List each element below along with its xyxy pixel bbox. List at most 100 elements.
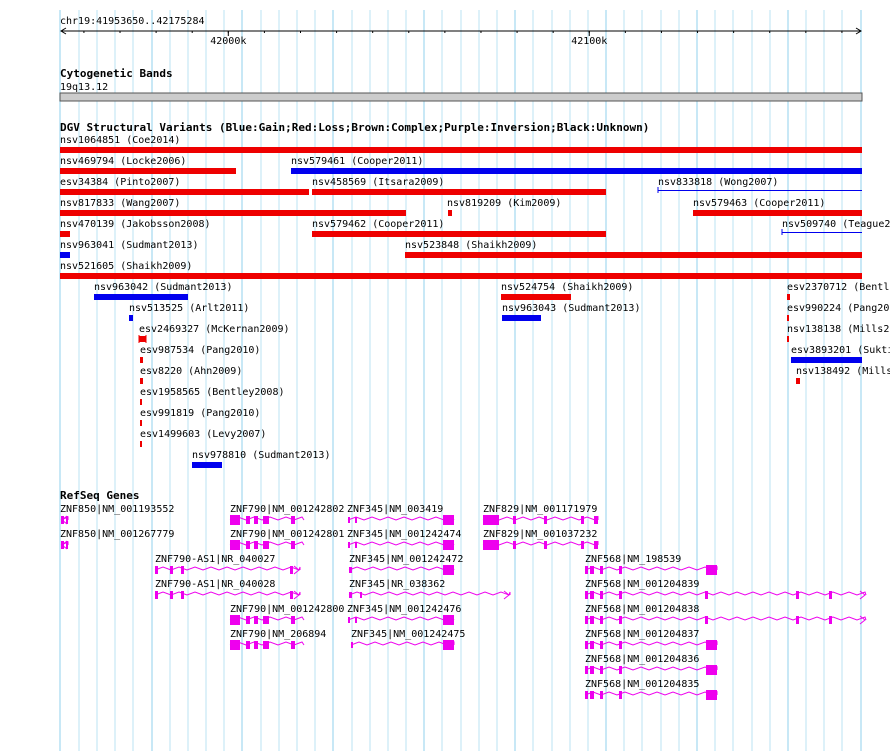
- dgv-variant-bar[interactable]: [787, 336, 789, 342]
- dgv-variant[interactable]: esv990224 (Pang20: [787, 303, 889, 321]
- refseq-gene-exon: [170, 591, 173, 599]
- dgv-variant-bar[interactable]: [60, 273, 862, 279]
- refseq-gene[interactable]: ZNF790|NM_001242802: [229, 504, 344, 525]
- refseq-gene-exon: [829, 591, 832, 599]
- refseq-gene-exon: [590, 666, 594, 674]
- refseq-gene-exon: [263, 541, 269, 549]
- dgv-variant-bar[interactable]: [312, 189, 606, 195]
- refseq-gene-exon: [590, 591, 594, 599]
- refseq-gene-label: ZNF568|NM_001204837: [585, 629, 699, 640]
- dgv-variant-bar[interactable]: [693, 210, 862, 216]
- dgv-variant-bar[interactable]: [782, 232, 862, 233]
- refseq-gene[interactable]: ZNF345|NM_001242474: [347, 529, 461, 550]
- refseq-gene-exon: [348, 542, 350, 548]
- dgv-variant-bar[interactable]: [448, 210, 452, 216]
- dgv-variant[interactable]: nsv513525 (Arlt2011): [129, 303, 249, 321]
- dgv-variant-bar[interactable]: [60, 168, 236, 174]
- refseq-gene-exon: [155, 566, 158, 574]
- refseq-gene-exon: [581, 541, 584, 549]
- refseq-gene[interactable]: ZNF790|NM_001242800: [229, 604, 344, 625]
- refseq-gene[interactable]: ZNF850|NM_001193552: [60, 504, 174, 525]
- dgv-variant[interactable]: esv2469327 (McKernan2009): [138, 324, 290, 343]
- dgv-variant[interactable]: nsv523848 (Shaikh2009): [405, 240, 862, 258]
- dgv-variant-bar[interactable]: [140, 357, 143, 363]
- refseq-gene[interactable]: ZNF790|NM_206894: [229, 629, 326, 650]
- dgv-variant[interactable]: nsv469794 (Locke2006): [60, 156, 236, 174]
- dgv-variant-bar[interactable]: [60, 189, 309, 195]
- refseq-gene-label: ZNF345|NM_001242476: [347, 604, 461, 615]
- dgv-variant[interactable]: nsv138492 (Mills: [796, 366, 890, 384]
- refseq-gene-exon: [291, 616, 295, 624]
- refseq-gene-intron: [482, 515, 599, 521]
- dgv-variant[interactable]: nsv579462 (Cooper2011): [312, 219, 606, 237]
- dgv-variant-label: nsv819209 (Kim2009): [447, 198, 561, 209]
- dgv-variant-bar[interactable]: [291, 168, 862, 174]
- refseq-gene-exon: [594, 541, 598, 549]
- refseq-gene-exon: [254, 616, 258, 624]
- dgv-variant-bar[interactable]: [129, 315, 133, 321]
- dgv-variant-bar[interactable]: [192, 462, 222, 468]
- dgv-variant[interactable]: nsv509740 (Teague2: [781, 219, 890, 235]
- dgv-variant-bar[interactable]: [791, 357, 862, 363]
- dgv-variant-bar[interactable]: [140, 441, 142, 447]
- refseq-gene-exon: [796, 616, 799, 624]
- refseq-gene[interactable]: ZNF345|NM_003419: [347, 504, 455, 525]
- dgv-variant-bar[interactable]: [60, 252, 70, 258]
- dgv-variant-bar[interactable]: [139, 336, 146, 342]
- dgv-variant[interactable]: nsv963042 (Sudmant2013): [94, 282, 232, 300]
- genome-browser-track: chr19:41953650..42175284 42000k 42100k Cy…: [59, 10, 890, 751]
- dgv-variant[interactable]: nsv819209 (Kim2009): [447, 198, 561, 216]
- dgv-variant-label: nsv579462 (Cooper2011): [312, 219, 444, 230]
- refseq-gene-label: ZNF568|NM_001204839: [585, 579, 699, 590]
- refseq-gene[interactable]: ZNF829|NM_001037232: [482, 529, 599, 550]
- dgv-variant-bar[interactable]: [658, 190, 862, 191]
- dgv-variant-bar[interactable]: [501, 294, 571, 300]
- dgv-variant[interactable]: nsv579461 (Cooper2011): [291, 156, 862, 174]
- dgv-variant[interactable]: nsv963043 (Sudmant2013): [502, 303, 640, 321]
- refseq-gene[interactable]: ZNF345|NM_001242475: [350, 629, 465, 650]
- dgv-variant-bar[interactable]: [60, 147, 862, 153]
- refseq-gene[interactable]: ZNF829|NM_001171979: [482, 504, 599, 525]
- cytoband-bar[interactable]: [59, 92, 863, 102]
- refseq-gene-label: ZNF345|NR_038362: [349, 579, 445, 590]
- dgv-variant[interactable]: nsv138138 (Mills2: [787, 324, 889, 342]
- dgv-variant-bar[interactable]: [60, 210, 406, 216]
- refseq-gene-exon: [513, 516, 516, 524]
- dgv-variant[interactable]: esv3893201 (Sukti: [791, 345, 890, 363]
- refseq-gene[interactable]: ZNF345|NM_001242476: [347, 604, 461, 625]
- refseq-gene-exon: [483, 515, 499, 525]
- refseq-gene[interactable]: ZNF850|NM_001267779: [60, 529, 174, 550]
- refseq-gene-label: ZNF850|NM_001193552: [60, 504, 174, 515]
- refseq-gene-label: ZNF568|NM_001204835: [585, 679, 699, 690]
- strand-right-arrow-icon: [503, 590, 510, 600]
- refseq-gene-exon: [705, 591, 708, 599]
- refseq-gene-label: ZNF829|NM_001037232: [483, 529, 597, 540]
- refseq-gene-exon: [263, 516, 269, 524]
- dgv-variant-bar[interactable]: [787, 294, 790, 300]
- refseq-gene[interactable]: ZNF345|NR_038362: [348, 579, 511, 600]
- dgv-variant-bar[interactable]: [796, 378, 800, 384]
- dgv-variant-bar[interactable]: [502, 315, 541, 321]
- dgv-variant-bar[interactable]: [787, 315, 789, 321]
- dgv-variant-bar[interactable]: [405, 252, 862, 258]
- dgv-variant[interactable]: esv1958565 (Bentley2008): [140, 387, 285, 405]
- dgv-variant-bar[interactable]: [140, 378, 143, 384]
- dgv-variant[interactable]: nsv524754 (Shaikh2009): [501, 282, 633, 300]
- refseq-gene[interactable]: ZNF790-AS1|NR_040027: [154, 554, 301, 575]
- refseq-gene[interactable]: ZNF790|NM_001242801: [229, 529, 344, 550]
- refseq-gene[interactable]: ZNF790-AS1|NR_040028: [154, 579, 301, 600]
- dgv-variant-bar[interactable]: [140, 399, 142, 405]
- dgv-variant-bar[interactable]: [312, 231, 606, 237]
- dgv-variant[interactable]: esv1499603 (Levy2007): [140, 429, 266, 447]
- dgv-variant[interactable]: nsv458569 (Itsara2009): [312, 177, 606, 195]
- dgv-variant[interactable]: nsv833818 (Wong2007): [657, 177, 862, 193]
- dgv-variant[interactable]: esv2370712 (Bentle: [787, 282, 890, 300]
- dgv-variant-bar[interactable]: [94, 294, 188, 300]
- dgv-variant[interactable]: nsv579463 (Cooper2011): [693, 198, 862, 216]
- dgv-variant[interactable]: esv8220 (Ahn2009): [140, 366, 242, 384]
- dgv-variant[interactable]: nsv817833 (Wang2007): [60, 198, 406, 216]
- dgv-variant-bar[interactable]: [60, 231, 70, 237]
- dgv-variant[interactable]: nsv963041 (Sudmant2013): [60, 240, 198, 258]
- dgv-variant-bar[interactable]: [140, 420, 142, 426]
- dgv-variant[interactable]: esv34384 (Pinto2007): [60, 177, 309, 195]
